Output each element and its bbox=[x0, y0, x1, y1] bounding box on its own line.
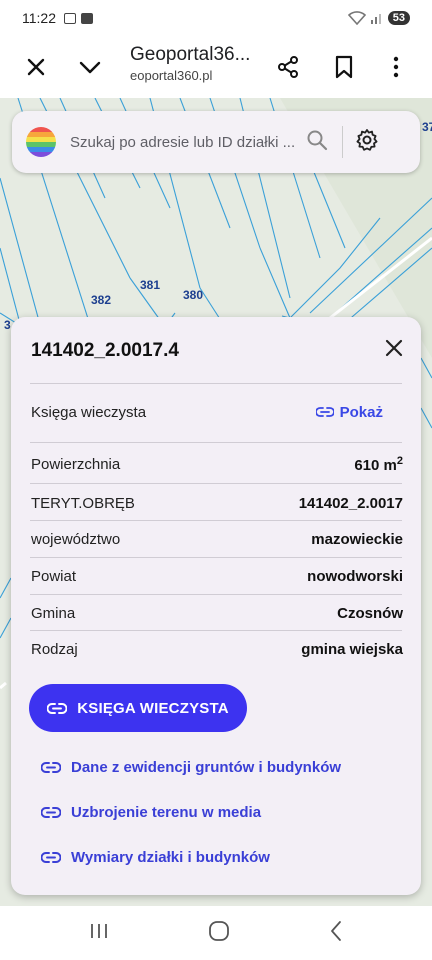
page-url: eoportal360.pl bbox=[130, 68, 213, 83]
wifi-icon bbox=[347, 11, 366, 25]
gear-icon bbox=[356, 128, 378, 151]
divider bbox=[30, 594, 402, 595]
page-title-block: Geoportal36... eoportal360.pl bbox=[130, 44, 250, 83]
land-registry-row: Księga wieczysta Pokaż bbox=[31, 401, 403, 423]
link-icon bbox=[315, 407, 334, 417]
more-vert-icon bbox=[393, 56, 399, 78]
plot-label: 37 bbox=[422, 120, 432, 134]
link-icon bbox=[41, 762, 61, 773]
county-row: Powiat nowodworski bbox=[31, 565, 403, 587]
share-icon bbox=[278, 56, 298, 78]
status-bar: 11:22 53 bbox=[0, 0, 432, 36]
plot-label: 381 bbox=[140, 278, 161, 292]
signal-icon bbox=[370, 14, 381, 24]
voivodeship-row: województwo mazowieckie bbox=[31, 528, 403, 550]
status-time: 11:22 bbox=[22, 10, 56, 26]
commune-value: Czosnów bbox=[337, 604, 403, 622]
voivodeship-label: województwo bbox=[31, 530, 121, 548]
bookmark-icon bbox=[335, 55, 353, 79]
divider bbox=[30, 520, 402, 521]
notification-icons bbox=[64, 12, 93, 24]
browser-app-bar: Geoportal36... eoportal360.pl bbox=[0, 36, 432, 98]
area-row: Powierzchnia 610 m2 bbox=[31, 453, 403, 475]
search-input[interactable] bbox=[70, 133, 300, 151]
link-icon bbox=[41, 807, 61, 818]
card-header: 141402_2.0017.4 bbox=[31, 339, 403, 362]
minimize-button[interactable] bbox=[76, 53, 104, 81]
gallery-notification-icon bbox=[64, 12, 76, 24]
utilities-label: Uzbrojenie terenu w media bbox=[71, 804, 262, 821]
settings-button[interactable] bbox=[355, 128, 379, 157]
teryt-row: TERYT.OBRĘB 141402_2.0017 bbox=[31, 492, 403, 514]
divider bbox=[30, 557, 402, 558]
geoportal-logo bbox=[26, 127, 56, 157]
status-right: 53 bbox=[347, 11, 410, 25]
county-value: nowodworski bbox=[307, 567, 403, 585]
land-registry-button-label: KSIĘGA WIECZYSTA bbox=[77, 699, 229, 717]
bookmark-button[interactable] bbox=[330, 53, 358, 81]
divider bbox=[30, 383, 402, 384]
type-label: Rodzaj bbox=[31, 640, 78, 658]
divider bbox=[30, 483, 402, 484]
county-label: Powiat bbox=[31, 567, 77, 585]
card-close-button[interactable] bbox=[385, 339, 403, 362]
cadastre-data-label: Dane z ewidencji gruntów i budynków bbox=[71, 759, 342, 776]
show-link-label: Pokaż bbox=[339, 403, 383, 421]
area-value: 610 m2 bbox=[354, 454, 403, 474]
commune-row: Gmina Czosnów bbox=[31, 602, 403, 624]
cadastre-data-link[interactable]: Dane z ewidencji gruntów i budynków bbox=[41, 759, 341, 776]
home-button[interactable] bbox=[208, 920, 230, 947]
plot-label: 382 bbox=[91, 293, 112, 307]
search-icon bbox=[307, 130, 328, 150]
divider bbox=[30, 442, 402, 443]
area-label: Powierzchnia bbox=[31, 455, 121, 473]
dimensions-link[interactable]: Wymiary działki i budynków bbox=[41, 849, 270, 866]
close-icon bbox=[27, 58, 45, 76]
search-divider bbox=[342, 126, 343, 158]
check-notification-icon bbox=[81, 12, 93, 24]
close-button[interactable] bbox=[22, 53, 50, 81]
search-bar bbox=[12, 111, 420, 173]
parcel-id: 141402_2.0017.4 bbox=[31, 339, 179, 361]
teryt-label: TERYT.OBRĘB bbox=[31, 494, 135, 512]
voivodeship-value: mazowieckie bbox=[311, 530, 403, 548]
link-icon bbox=[47, 702, 68, 714]
more-options-button[interactable] bbox=[382, 53, 410, 81]
recent-apps-button[interactable] bbox=[89, 922, 109, 945]
back-button[interactable] bbox=[329, 920, 343, 947]
plot-label: 380 bbox=[183, 288, 204, 302]
land-registry-button[interactable]: KSIĘGA WIECZYSTA bbox=[29, 684, 247, 732]
recent-apps-icon bbox=[91, 923, 108, 938]
teryt-value: 141402_2.0017 bbox=[298, 494, 403, 512]
chevron-down-icon bbox=[79, 61, 101, 74]
link-icon bbox=[41, 852, 61, 863]
page-title: Geoportal36... bbox=[130, 44, 251, 65]
home-icon bbox=[209, 920, 229, 941]
plot-label: 3 bbox=[4, 318, 11, 332]
back-icon bbox=[330, 920, 341, 941]
share-button[interactable] bbox=[274, 53, 302, 81]
system-nav-bar bbox=[0, 906, 432, 960]
battery-badge: 53 bbox=[387, 11, 410, 25]
utilities-link[interactable]: Uzbrojenie terenu w media bbox=[41, 804, 261, 821]
commune-label: Gmina bbox=[31, 604, 76, 622]
dimensions-label: Wymiary działki i budynków bbox=[71, 849, 270, 866]
close-icon bbox=[385, 339, 403, 357]
type-row: Rodzaj gmina wiejska bbox=[31, 638, 403, 660]
type-value: gmina wiejska bbox=[301, 640, 403, 658]
search-button[interactable] bbox=[306, 129, 328, 156]
land-registry-label: Księga wieczysta bbox=[31, 403, 147, 421]
parcel-info-card: 141402_2.0017.4 Księga wieczysta Pokaż P… bbox=[11, 317, 421, 895]
land-registry-show-link[interactable]: Pokaż bbox=[315, 403, 383, 421]
divider bbox=[30, 630, 402, 631]
